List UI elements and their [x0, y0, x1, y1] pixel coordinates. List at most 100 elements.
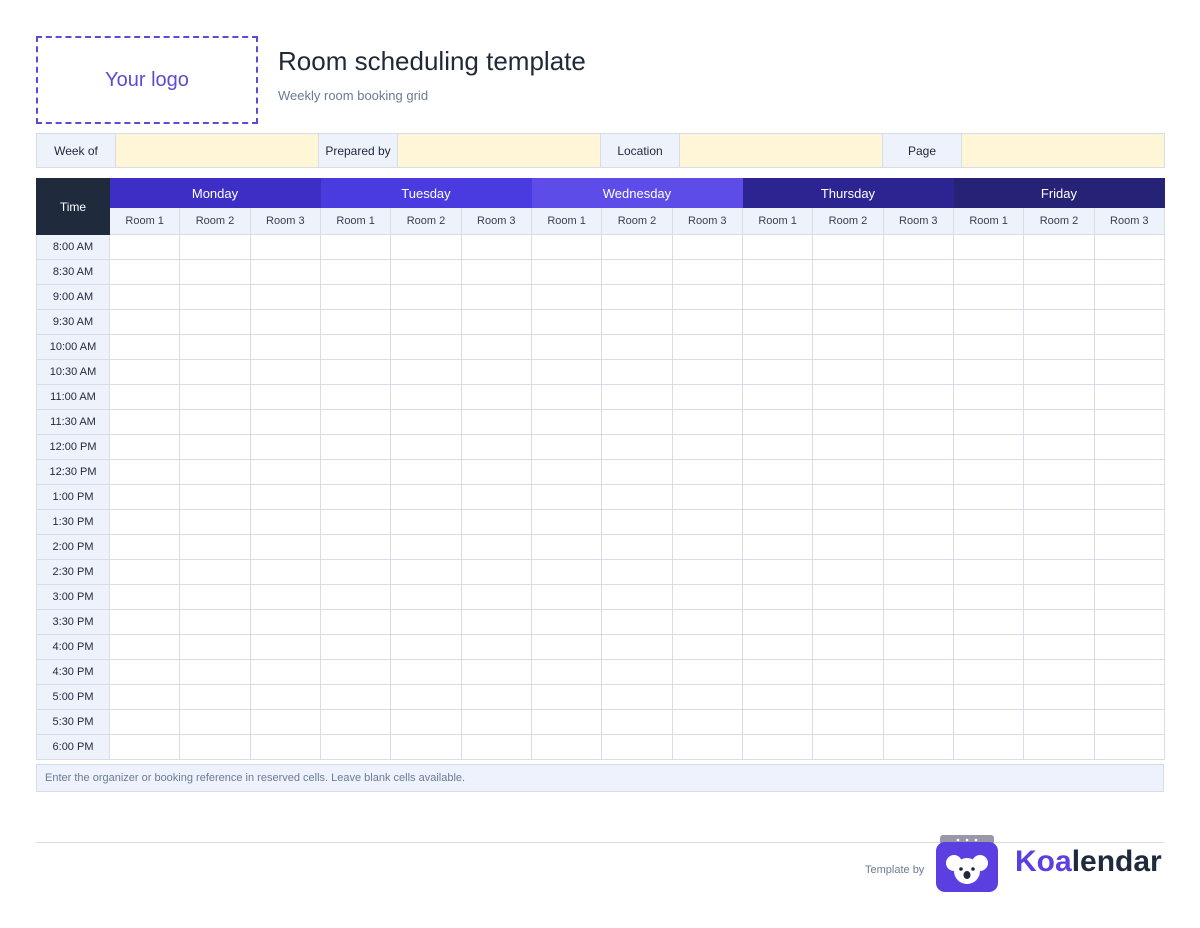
booking-cell[interactable]: [460, 634, 532, 660]
booking-cell[interactable]: [390, 534, 462, 560]
booking-cell[interactable]: [319, 334, 392, 360]
booking-cell[interactable]: [179, 559, 251, 585]
booking-cell[interactable]: [108, 559, 181, 585]
booking-cell[interactable]: [530, 234, 603, 260]
booking-cell[interactable]: [460, 559, 532, 585]
booking-cell[interactable]: [108, 734, 181, 760]
booking-cell[interactable]: [601, 684, 673, 710]
booking-cell[interactable]: [741, 584, 814, 610]
booking-cell[interactable]: [108, 634, 181, 660]
booking-cell[interactable]: [319, 584, 392, 610]
booking-cell[interactable]: [812, 409, 884, 435]
booking-cell[interactable]: [319, 634, 392, 660]
booking-cell[interactable]: [741, 259, 814, 285]
booking-cell[interactable]: [812, 509, 884, 535]
booking-cell[interactable]: [319, 659, 392, 685]
booking-cell[interactable]: [1023, 684, 1095, 710]
booking-cell[interactable]: [671, 409, 743, 435]
booking-cell[interactable]: [741, 634, 814, 660]
booking-cell[interactable]: [601, 459, 673, 485]
booking-cell[interactable]: [179, 584, 251, 610]
booking-cell[interactable]: [249, 584, 321, 610]
booking-cell[interactable]: [390, 509, 462, 535]
booking-cell[interactable]: [179, 534, 251, 560]
booking-cell[interactable]: [952, 234, 1025, 260]
booking-cell[interactable]: [952, 484, 1025, 510]
booking-cell[interactable]: [601, 234, 673, 260]
booking-cell[interactable]: [1023, 384, 1095, 410]
booking-cell[interactable]: [108, 434, 181, 460]
booking-cell[interactable]: [1023, 334, 1095, 360]
booking-cell[interactable]: [249, 284, 321, 310]
booking-cell[interactable]: [1093, 659, 1165, 685]
booking-cell[interactable]: [741, 234, 814, 260]
booking-cell[interactable]: [601, 709, 673, 735]
booking-cell[interactable]: [179, 634, 251, 660]
booking-cell[interactable]: [741, 734, 814, 760]
booking-cell[interactable]: [882, 484, 954, 510]
booking-cell[interactable]: [460, 334, 532, 360]
booking-cell[interactable]: [179, 459, 251, 485]
booking-cell[interactable]: [530, 734, 603, 760]
booking-cell[interactable]: [319, 609, 392, 635]
booking-cell[interactable]: [812, 359, 884, 385]
booking-cell[interactable]: [671, 509, 743, 535]
booking-cell[interactable]: [812, 334, 884, 360]
booking-cell[interactable]: [952, 584, 1025, 610]
booking-cell[interactable]: [741, 609, 814, 635]
booking-cell[interactable]: [390, 259, 462, 285]
booking-cell[interactable]: [108, 584, 181, 610]
booking-cell[interactable]: [882, 434, 954, 460]
booking-cell[interactable]: [249, 709, 321, 735]
booking-cell[interactable]: [530, 634, 603, 660]
booking-cell[interactable]: [1023, 534, 1095, 560]
booking-cell[interactable]: [249, 334, 321, 360]
booking-cell[interactable]: [671, 684, 743, 710]
booking-cell[interactable]: [812, 384, 884, 410]
booking-cell[interactable]: [108, 409, 181, 435]
booking-cell[interactable]: [460, 384, 532, 410]
booking-cell[interactable]: [108, 259, 181, 285]
booking-cell[interactable]: [108, 234, 181, 260]
booking-cell[interactable]: [1023, 509, 1095, 535]
booking-cell[interactable]: [882, 309, 954, 335]
booking-cell[interactable]: [671, 309, 743, 335]
booking-cell[interactable]: [601, 384, 673, 410]
booking-cell[interactable]: [390, 709, 462, 735]
booking-cell[interactable]: [530, 709, 603, 735]
booking-cell[interactable]: [1023, 559, 1095, 585]
booking-cell[interactable]: [1093, 609, 1165, 635]
booking-cell[interactable]: [952, 284, 1025, 310]
booking-cell[interactable]: [812, 459, 884, 485]
booking-cell[interactable]: [460, 659, 532, 685]
booking-cell[interactable]: [671, 659, 743, 685]
booking-cell[interactable]: [319, 459, 392, 485]
booking-cell[interactable]: [390, 459, 462, 485]
booking-cell[interactable]: [530, 334, 603, 360]
booking-cell[interactable]: [671, 434, 743, 460]
booking-cell[interactable]: [1023, 484, 1095, 510]
booking-cell[interactable]: [108, 459, 181, 485]
booking-cell[interactable]: [460, 234, 532, 260]
booking-cell[interactable]: [601, 584, 673, 610]
booking-cell[interactable]: [249, 234, 321, 260]
booking-cell[interactable]: [530, 384, 603, 410]
booking-cell[interactable]: [460, 459, 532, 485]
booking-cell[interactable]: [319, 359, 392, 385]
booking-cell[interactable]: [812, 434, 884, 460]
booking-cell[interactable]: [108, 284, 181, 310]
booking-cell[interactable]: [741, 359, 814, 385]
booking-cell[interactable]: [530, 309, 603, 335]
booking-cell[interactable]: [319, 509, 392, 535]
booking-cell[interactable]: [741, 709, 814, 735]
booking-cell[interactable]: [1093, 459, 1165, 485]
booking-cell[interactable]: [601, 259, 673, 285]
booking-cell[interactable]: [179, 709, 251, 735]
booking-cell[interactable]: [741, 334, 814, 360]
booking-cell[interactable]: [460, 434, 532, 460]
booking-cell[interactable]: [601, 284, 673, 310]
booking-cell[interactable]: [952, 434, 1025, 460]
booking-cell[interactable]: [319, 709, 392, 735]
booking-cell[interactable]: [390, 434, 462, 460]
booking-cell[interactable]: [882, 359, 954, 385]
